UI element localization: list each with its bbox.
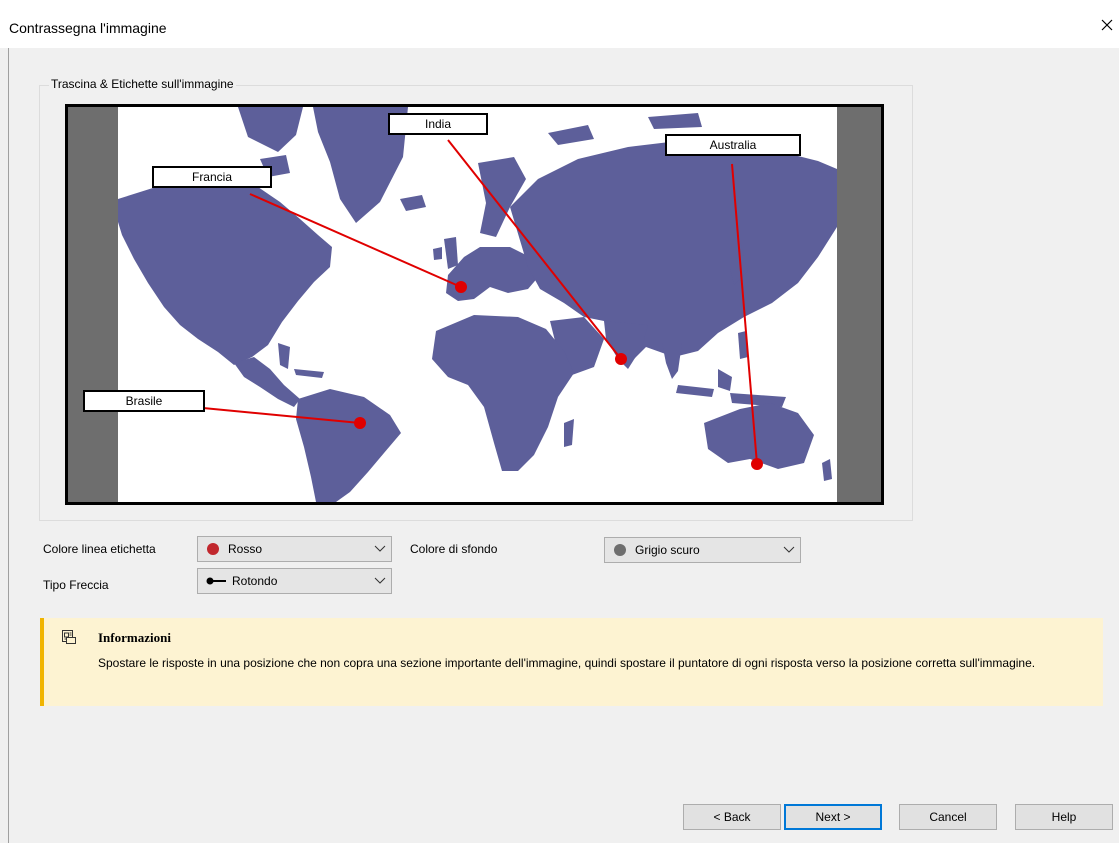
image-canvas[interactable]: Francia India Australia Brasile [65, 104, 884, 505]
info-panel: Informazioni Spostare le risposte in una… [40, 618, 1103, 706]
chevron-down-icon [783, 546, 795, 553]
help-button[interactable]: Help [1015, 804, 1113, 830]
india-pointer-dot[interactable] [615, 353, 627, 365]
arrow-type-select[interactable]: Rotondo [197, 568, 392, 594]
chevron-down-icon [374, 545, 386, 552]
india-leader-line [447, 139, 622, 360]
arrow-type-value: Rotondo [232, 574, 278, 588]
background-color-swatch [614, 544, 626, 556]
francia-leader-line [249, 193, 462, 288]
background-color-value: Grigio scuro [635, 543, 700, 557]
close-icon[interactable] [1095, 13, 1119, 37]
back-button[interactable]: < Back [683, 804, 781, 830]
line-color-swatch [207, 543, 219, 555]
label-india[interactable]: India [388, 113, 488, 135]
window-frame-edge [8, 48, 9, 843]
line-color-select[interactable]: Rosso [197, 536, 392, 562]
background-color-label: Colore di sfondo [410, 542, 498, 556]
line-color-value: Rosso [228, 542, 263, 556]
francia-pointer-dot[interactable] [455, 281, 467, 293]
window-title: Contrassegna l'immagine [9, 20, 167, 36]
title-bar: Contrassegna l'immagine [0, 0, 1119, 48]
background-color-select[interactable]: Grigio scuro [604, 537, 801, 563]
line-color-label: Colore linea etichetta [43, 542, 156, 556]
round-arrow-icon [206, 577, 226, 585]
chevron-down-icon [374, 577, 386, 584]
brasile-leader-line [202, 407, 361, 424]
info-title: Informazioni [98, 630, 171, 645]
info-panel-icon [62, 630, 76, 644]
group-box-label: Trascina & Etichette sull'immagine [49, 77, 236, 91]
arrow-type-label: Tipo Freccia [43, 578, 109, 592]
info-text: Spostare le risposte in una posizione ch… [98, 656, 1036, 670]
cancel-button[interactable]: Cancel [899, 804, 997, 830]
australia-leader-line [731, 163, 758, 465]
australia-pointer-dot[interactable] [751, 458, 763, 470]
label-francia[interactable]: Francia [152, 166, 272, 188]
brasile-pointer-dot[interactable] [354, 417, 366, 429]
label-brasile[interactable]: Brasile [83, 390, 205, 412]
next-button[interactable]: Next > [784, 804, 882, 830]
label-australia[interactable]: Australia [665, 134, 801, 156]
